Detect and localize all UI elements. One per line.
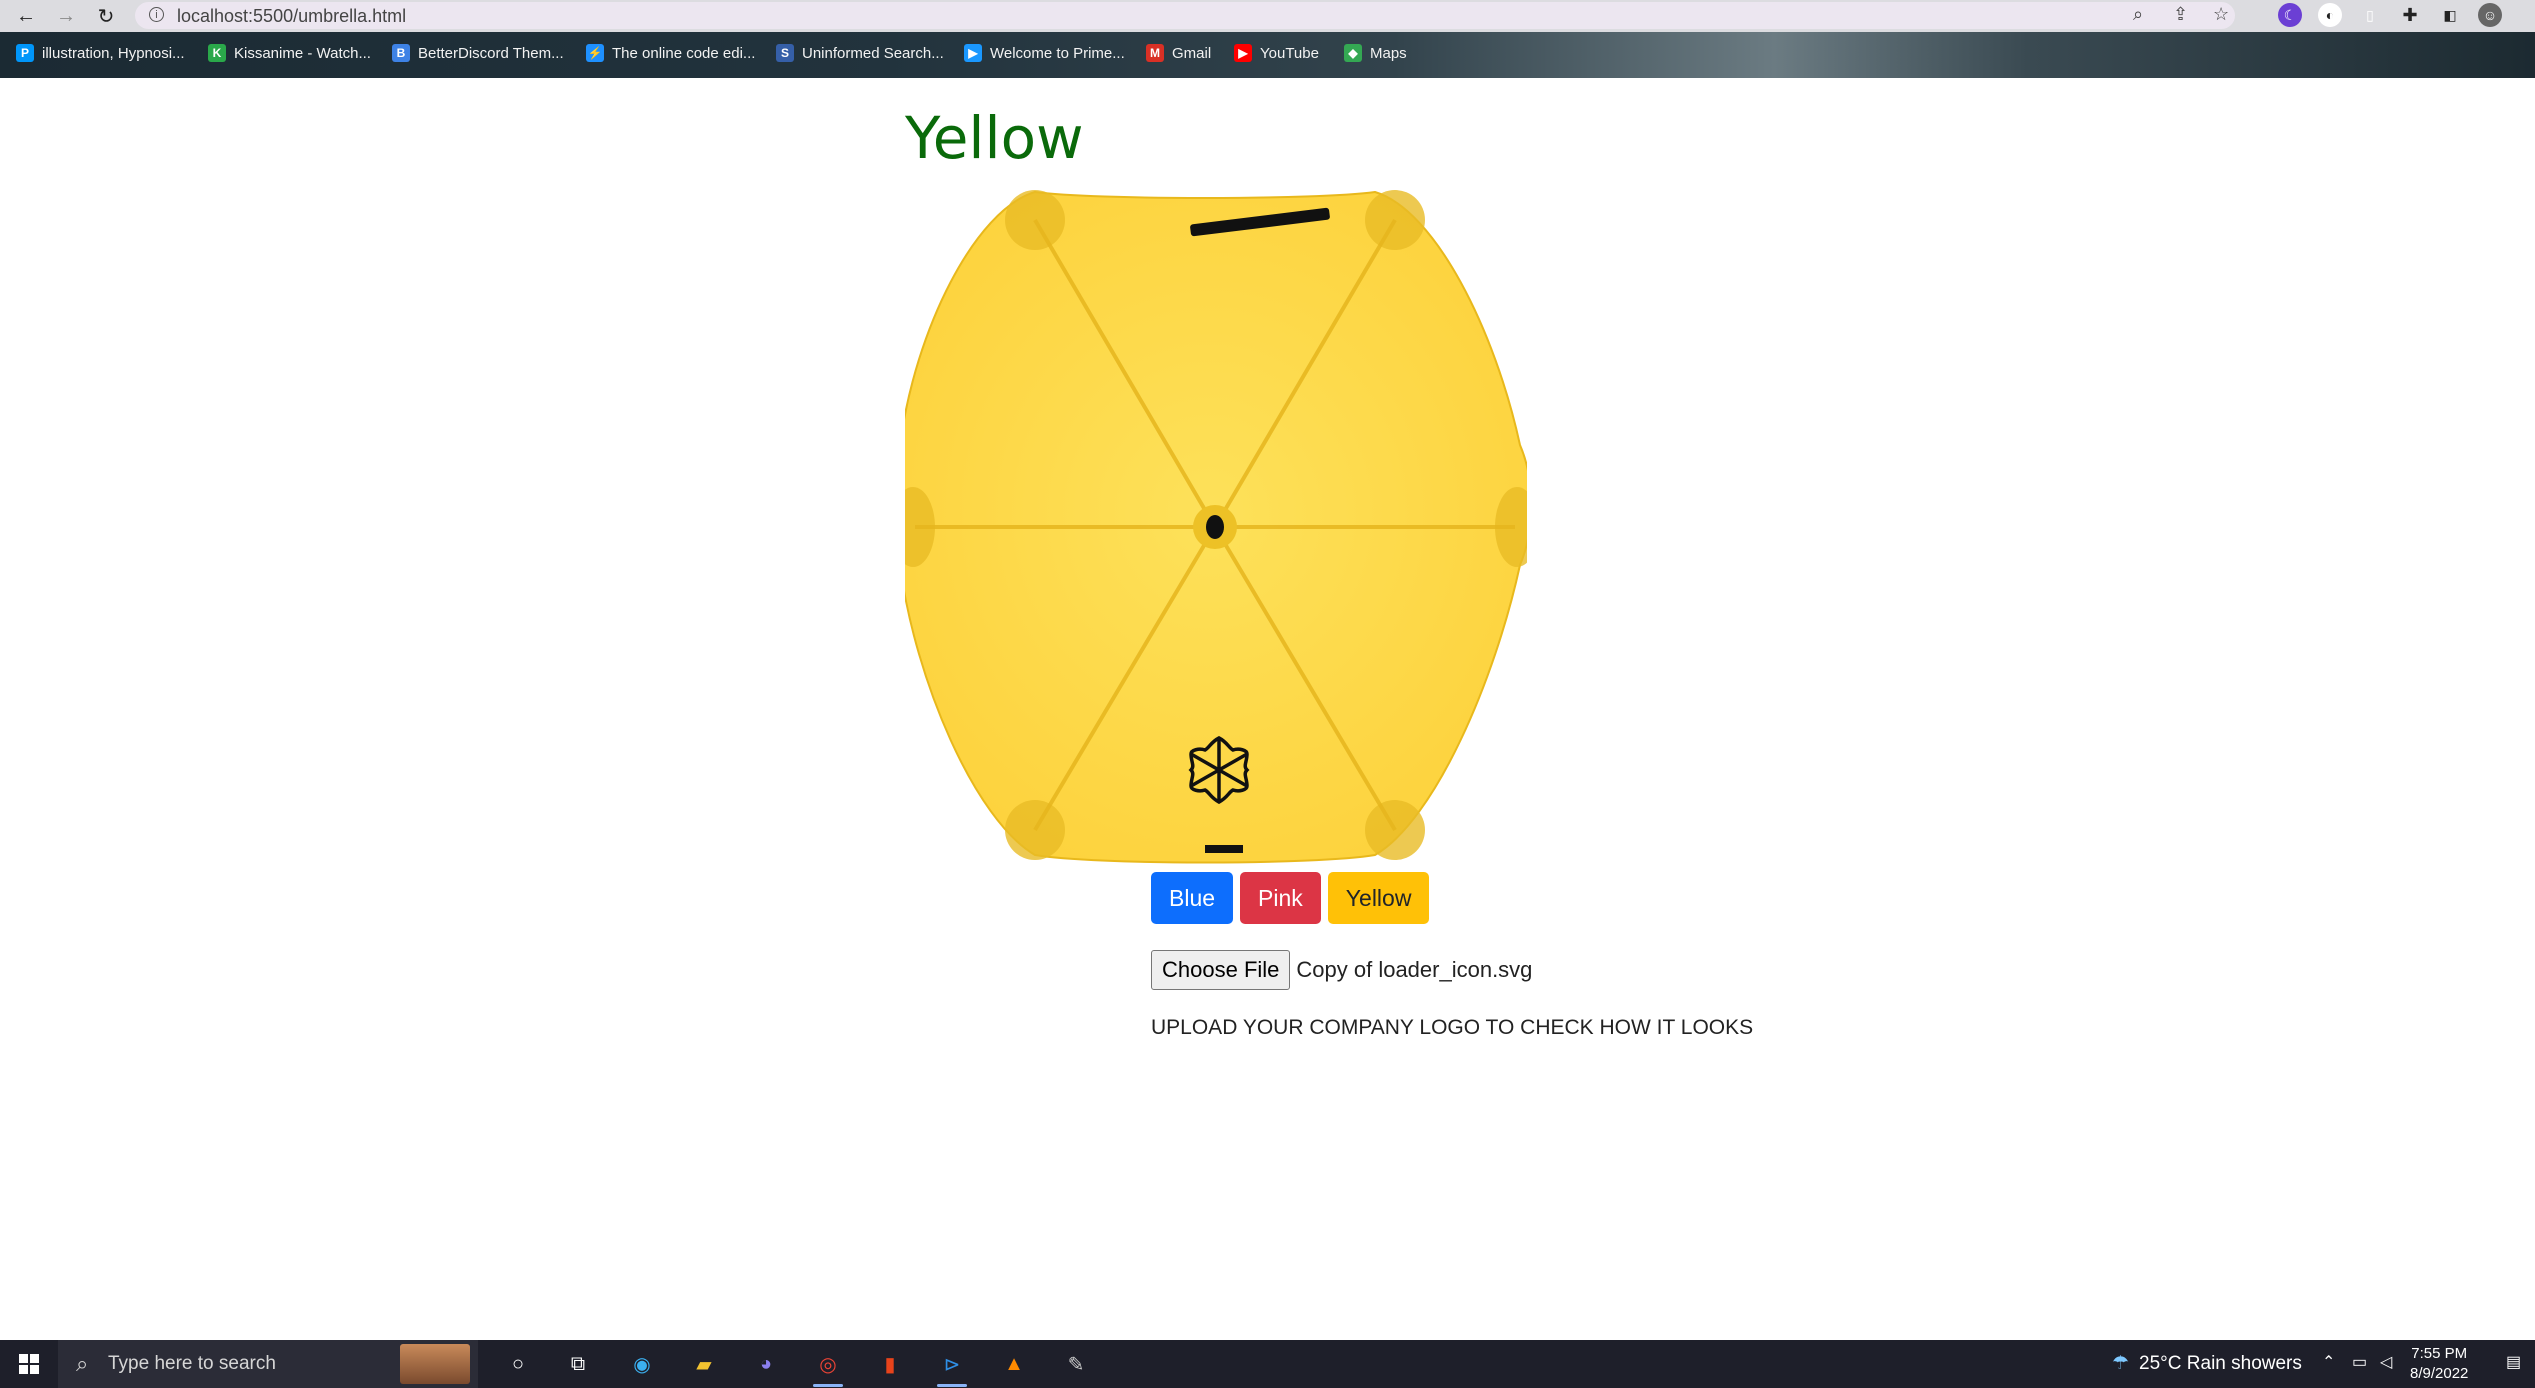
pink-color-button[interactable]: Pink	[1240, 872, 1321, 924]
weather-rain-icon: ☂	[2112, 1353, 2130, 1374]
cortana-icon[interactable]: ○	[502, 1348, 534, 1380]
discord-icon[interactable]: ◕	[750, 1348, 782, 1380]
bookmarks-bar: Pillustration, Hypnosi... K Kissanime - Wa…	[0, 32, 2535, 78]
yellow-color-button[interactable]: Yellow	[1327, 872, 1430, 924]
search-highlight-image	[400, 1344, 470, 1384]
weather-widget[interactable]: ☂ 25°C Rain showers	[2112, 1352, 2302, 1375]
reload-icon[interactable]: ↻	[92, 2, 120, 30]
bookmark-item[interactable]: S Uninformed Search...	[776, 44, 944, 62]
selected-file-name: Copy of loader_icon.svg	[1296, 957, 1533, 982]
mask-extension-icon[interactable]: ◐	[2318, 3, 2342, 27]
taskbar-search-placeholder: Type here to search	[108, 1353, 276, 1374]
upload-hint-text: UPLOAD YOUR COMPANY LOGO TO CHECK HOW IT…	[1151, 1016, 1754, 1039]
address-bar[interactable]: i localhost:5500/umbrella.html ⌕ ⇪ ☆	[135, 2, 2235, 29]
lock-extension-icon[interactable]: ▯	[2358, 3, 2382, 27]
bookmark-item[interactable]: ▶ YouTube	[1234, 44, 1319, 62]
bookmark-label: Gmail	[1172, 44, 1212, 62]
bookmark-label: The online code edi...	[612, 44, 756, 62]
windows-taskbar: ⌕ Type here to search ○ ⧉ ◉ ▰ ◕ ◎ ▮ ⊳ ▲ …	[0, 1340, 2535, 1388]
prime-icon: ▶	[964, 44, 982, 62]
bookmark-item[interactable]: M Gmail	[1146, 44, 1211, 62]
battery-icon[interactable]: ▭	[2352, 1352, 2367, 1372]
bookmark-star-icon[interactable]: ☆	[2213, 4, 2229, 25]
extensions-puzzle-icon[interactable]: ✚	[2398, 3, 2422, 27]
color-button-group: Blue Pink Yellow	[1151, 872, 1430, 924]
bookmark-label: Uninformed Search...	[802, 44, 944, 62]
pixiv-icon: P	[16, 44, 34, 62]
office-icon[interactable]: ▮	[874, 1348, 906, 1380]
logo-file-input: Choose File Copy of loader_icon.svg	[1151, 950, 1532, 990]
choose-file-button[interactable]: Choose File	[1151, 950, 1291, 990]
dark-mode-extension-icon[interactable]: ☾	[2278, 3, 2302, 27]
profile-avatar[interactable]: ☺	[2478, 3, 2502, 27]
vscode-icon[interactable]: ⊳	[936, 1348, 968, 1380]
address-url[interactable]: localhost:5500/umbrella.html	[177, 6, 406, 27]
browser-toolbar: ← → ↻ i localhost:5500/umbrella.html ⌕ ⇪…	[0, 0, 2535, 32]
bookmark-item[interactable]: Pillustration, Hypnosi...	[16, 44, 185, 62]
weather-text: 25°C Rain showers	[2139, 1352, 2302, 1374]
clock-time: 7:55 PM	[2411, 1345, 2468, 1362]
chrome-icon[interactable]: ◎	[812, 1348, 844, 1380]
bookmark-label: Welcome to Prime...	[990, 44, 1125, 62]
bookmark-item[interactable]: K Kissanime - Watch...	[208, 44, 371, 62]
taskbar-search-box[interactable]: ⌕ Type here to search	[58, 1340, 478, 1388]
bookmark-label: YouTube	[1260, 44, 1319, 62]
bookmark-label: illustration, Hypnosi...	[42, 44, 185, 62]
betterdiscord-icon: B	[392, 44, 410, 62]
bookmark-label: Maps	[1370, 44, 1407, 62]
back-icon[interactable]: ←	[12, 2, 40, 30]
site-icon: S	[776, 44, 794, 62]
umbrella-preview	[887, 180, 1539, 872]
edge-icon[interactable]: ◉	[626, 1348, 658, 1380]
bookmark-label: Kissanime - Watch...	[234, 44, 371, 62]
page-title: Yellow	[905, 104, 1084, 172]
chrome-active-indicator	[813, 1384, 843, 1387]
bookmark-item[interactable]: ⚡ The online code edi...	[586, 44, 755, 62]
task-view-icon[interactable]: ⧉	[562, 1348, 594, 1380]
zoom-icon[interactable]: ⌕	[2133, 4, 2143, 25]
share-icon[interactable]: ⇪	[2173, 4, 2188, 25]
bookmark-item[interactable]: B BetterDiscord Them...	[392, 44, 564, 62]
blue-color-button[interactable]: Blue	[1151, 872, 1234, 924]
vscode-active-indicator	[937, 1384, 967, 1387]
paint-icon[interactable]: ✎	[1060, 1348, 1092, 1380]
browser-chrome: ← → ↻ i localhost:5500/umbrella.html ⌕ ⇪…	[0, 0, 2535, 78]
forward-icon[interactable]: →	[52, 2, 80, 30]
bookmark-item[interactable]: ▶ Welcome to Prime...	[964, 44, 1125, 62]
bookmark-item[interactable]: ◆ Maps	[1344, 44, 1407, 62]
side-panel-icon[interactable]: ◧	[2438, 3, 2462, 27]
site-info-icon[interactable]: i	[149, 7, 164, 22]
taskbar-clock[interactable]: 7:55 PM 8/9/2022	[2410, 1344, 2468, 1384]
clock-date: 8/9/2022	[2410, 1365, 2469, 1382]
umbrella-image	[887, 190, 1539, 864]
volume-icon[interactable]: ◁	[2380, 1352, 2392, 1372]
windows-start-icon[interactable]	[0, 1340, 58, 1388]
vlc-icon[interactable]: ▲	[998, 1348, 1030, 1380]
search-icon: ⌕	[76, 1351, 89, 1376]
gmail-icon: M	[1146, 44, 1164, 62]
youtube-icon: ▶	[1234, 44, 1252, 62]
umbrella-label	[1205, 845, 1243, 853]
bookmark-label: BetterDiscord Them...	[418, 44, 564, 62]
lightning-icon: ⚡	[586, 44, 604, 62]
show-hidden-icons-icon[interactable]: ⌃	[2322, 1352, 2335, 1372]
notifications-icon[interactable]: ▤	[2506, 1352, 2521, 1372]
file-explorer-icon[interactable]: ▰	[688, 1348, 720, 1380]
kissanime-icon: K	[208, 44, 226, 62]
maps-icon: ◆	[1344, 44, 1362, 62]
